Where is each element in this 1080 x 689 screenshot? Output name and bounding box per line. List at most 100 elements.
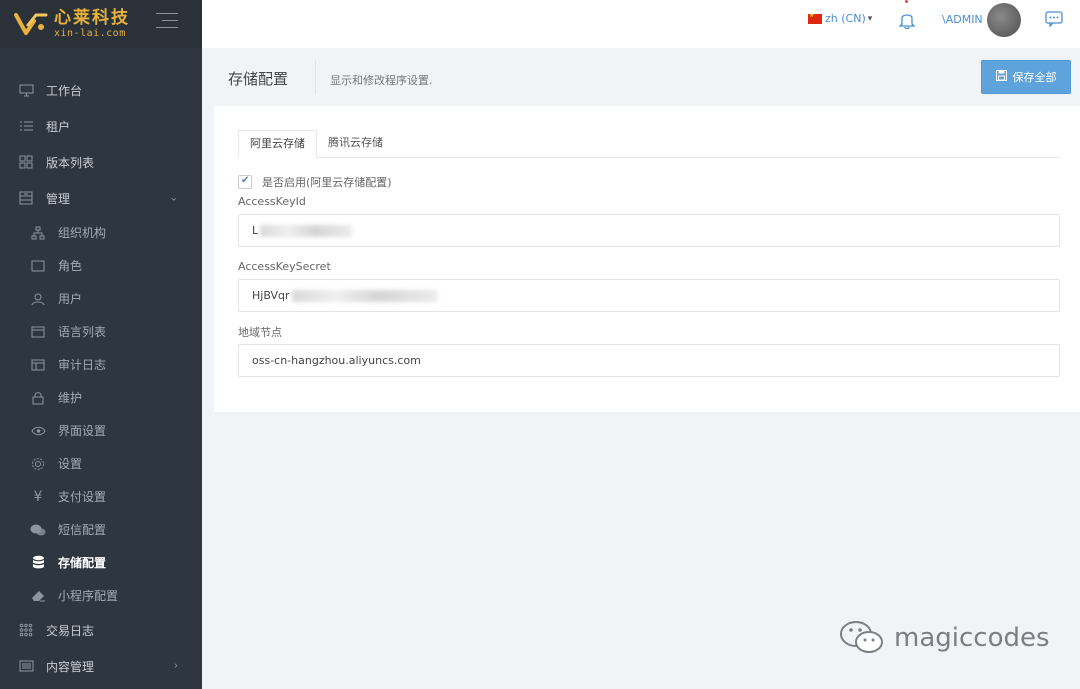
sidebar-item-label: 组织机构 xyxy=(58,226,107,240)
sidebar-item-label: 存储配置 xyxy=(58,556,107,570)
sidebar-item-label: 工作台 xyxy=(46,83,83,98)
brand[interactable]: 心莱科技 xin-lai.com xyxy=(0,0,202,48)
sidebar-item-tenants[interactable]: 租户 xyxy=(0,108,202,144)
hamburger-menu-icon[interactable] xyxy=(156,13,178,31)
enable-checkbox-row[interactable]: 是否启用(阿里云存储配置) xyxy=(238,174,392,190)
enable-checkbox[interactable] xyxy=(238,175,252,189)
sidebar-item-miniprogram-config[interactable]: 小程序配置 xyxy=(0,579,202,612)
wechat-icon xyxy=(838,618,888,658)
user-name[interactable]: \ADMIN xyxy=(942,13,983,26)
notification-dot xyxy=(905,0,908,3)
bell-icon[interactable] xyxy=(898,10,916,30)
user-icon xyxy=(30,291,46,307)
monitor-icon xyxy=(18,82,34,98)
sidebar-item-label: 支付设置 xyxy=(58,490,107,504)
tab-aliyun-storage[interactable]: 阿里云存储 xyxy=(238,130,317,158)
language-label: zh (CN) xyxy=(825,12,866,25)
sidebar-item-content-management[interactable]: 内容管理 › xyxy=(0,648,202,684)
access-key-id-value: L xyxy=(252,224,259,237)
sidebar-item-storage-config[interactable]: 存储配置 xyxy=(0,546,202,579)
redacted-blur xyxy=(291,290,438,302)
access-key-secret-label: AccessKeySecret xyxy=(238,260,331,273)
china-flag-icon xyxy=(808,12,822,24)
sidebar-menu: 工作台 租户 版本列表 管理 ⌄ 组织机构 角色 用户 语言列表 审计日志 维护… xyxy=(0,48,202,684)
sidebar-item-administration[interactable]: 管理 ⌄ xyxy=(0,180,202,216)
sidebar-item-label: 版本列表 xyxy=(46,155,95,170)
sidebar-item-sms-config[interactable]: 短信配置 xyxy=(0,513,202,546)
redacted-blur xyxy=(260,225,353,237)
sidebar-item-label: 用户 xyxy=(58,292,83,306)
save-all-label: 保存全部 xyxy=(1012,71,1057,84)
language-switcher[interactable]: zh (CN) ▾ xyxy=(808,12,872,25)
topbar: zh (CN) ▾ \ADMIN xyxy=(202,0,1080,48)
sidebar-item-label: 界面设置 xyxy=(58,424,107,438)
eraser-icon xyxy=(30,588,46,604)
avatar[interactable] xyxy=(987,3,1021,37)
sidebar-item-users[interactable]: 用户 xyxy=(0,282,202,315)
lock-icon xyxy=(30,390,46,406)
sidebar-item-label: 设置 xyxy=(58,457,83,471)
tab-tencent-storage[interactable]: 腾讯云存储 xyxy=(317,130,394,158)
sidebar-item-label: 小程序配置 xyxy=(58,589,119,603)
eye-icon xyxy=(30,423,46,439)
sidebar-item-maintenance[interactable]: 维护 xyxy=(0,381,202,414)
page-description: 显示和修改程序设置. xyxy=(330,74,433,87)
sidebar-item-label: 维护 xyxy=(58,391,83,405)
comments-icon xyxy=(30,522,46,538)
window-icon xyxy=(30,357,46,373)
sidebar-item-roles[interactable]: 角色 xyxy=(0,249,202,282)
sidebar-item-label: 内容管理 xyxy=(46,659,95,674)
sidebar-item-organization-units[interactable]: 组织机构 xyxy=(0,216,202,249)
watermark-text: magiccodes xyxy=(894,623,1050,653)
page-title: 存储配置 xyxy=(228,70,289,88)
storage-config-card: 阿里云存储 腾讯云存储 是否启用(阿里云存储配置) AccessKeyId L … xyxy=(214,106,1080,412)
gear-icon xyxy=(30,456,46,472)
sidebar-item-languages[interactable]: 语言列表 xyxy=(0,315,202,348)
sidebar: 心莱科技 xin-lai.com 工作台 租户 版本列表 管理 ⌄ 组织机构 角… xyxy=(0,0,202,689)
sidebar-item-payment-settings[interactable]: ¥ 支付设置 xyxy=(0,480,202,513)
square-icon xyxy=(30,258,46,274)
logo-icon xyxy=(14,11,48,37)
sidebar-item-dashboard[interactable]: 工作台 xyxy=(0,72,202,108)
storage-tabs: 阿里云存储 腾讯云存储 xyxy=(238,130,1060,158)
access-key-secret-value: HjBVqr xyxy=(252,289,290,302)
chevron-down-icon: ▾ xyxy=(867,13,873,24)
region-value: oss-cn-hangzhou.aliyuncs.com xyxy=(252,354,421,367)
database-icon xyxy=(30,555,46,571)
watermark: magiccodes xyxy=(838,618,1050,658)
brand-name: 心莱科技 xyxy=(54,7,130,28)
region-label: 地域节点 xyxy=(238,326,282,339)
access-key-id-field[interactable]: L xyxy=(238,214,1060,247)
access-key-secret-field[interactable]: HjBVqr xyxy=(238,279,1060,312)
sidebar-item-audit-logs[interactable]: 审计日志 xyxy=(0,348,202,381)
floppy-disk-icon xyxy=(995,70,1007,84)
region-field[interactable]: oss-cn-hangzhou.aliyuncs.com xyxy=(238,344,1060,377)
org-icon xyxy=(30,225,46,241)
chevron-down-icon: ⌄ xyxy=(169,192,178,204)
sidebar-item-label: 管理 xyxy=(46,191,71,206)
sidebar-item-label: 审计日志 xyxy=(58,358,107,372)
brand-domain: xin-lai.com xyxy=(54,27,126,39)
yen-icon: ¥ xyxy=(33,488,43,505)
divider xyxy=(315,60,316,94)
dots-grid-icon xyxy=(18,622,34,638)
enable-checkbox-label: 是否启用(阿里云存储配置) xyxy=(262,176,392,189)
access-key-id-label: AccessKeyId xyxy=(238,195,306,208)
chat-icon[interactable] xyxy=(1045,11,1063,28)
save-all-button[interactable]: 保存全部 xyxy=(981,60,1071,94)
sidebar-item-label: 角色 xyxy=(58,259,83,273)
sidebar-item-transaction-logs[interactable]: 交易日志 xyxy=(0,612,202,648)
window-icon xyxy=(30,324,46,340)
cabinet-icon xyxy=(18,190,34,206)
sidebar-item-label: 租户 xyxy=(46,119,71,134)
sidebar-item-editions[interactable]: 版本列表 xyxy=(0,144,202,180)
sidebar-item-label: 交易日志 xyxy=(46,623,95,638)
sidebar-item-label: 短信配置 xyxy=(58,523,107,537)
sidebar-item-settings[interactable]: 设置 xyxy=(0,447,202,480)
chevron-right-icon: › xyxy=(174,660,178,672)
list-box-icon xyxy=(18,658,34,674)
page-header: 存储配置 显示和修改程序设置. 保存全部 xyxy=(202,48,1080,106)
sidebar-item-label: 语言列表 xyxy=(58,325,107,339)
sidebar-item-ui-customization[interactable]: 界面设置 xyxy=(0,414,202,447)
grid-icon xyxy=(18,154,34,170)
